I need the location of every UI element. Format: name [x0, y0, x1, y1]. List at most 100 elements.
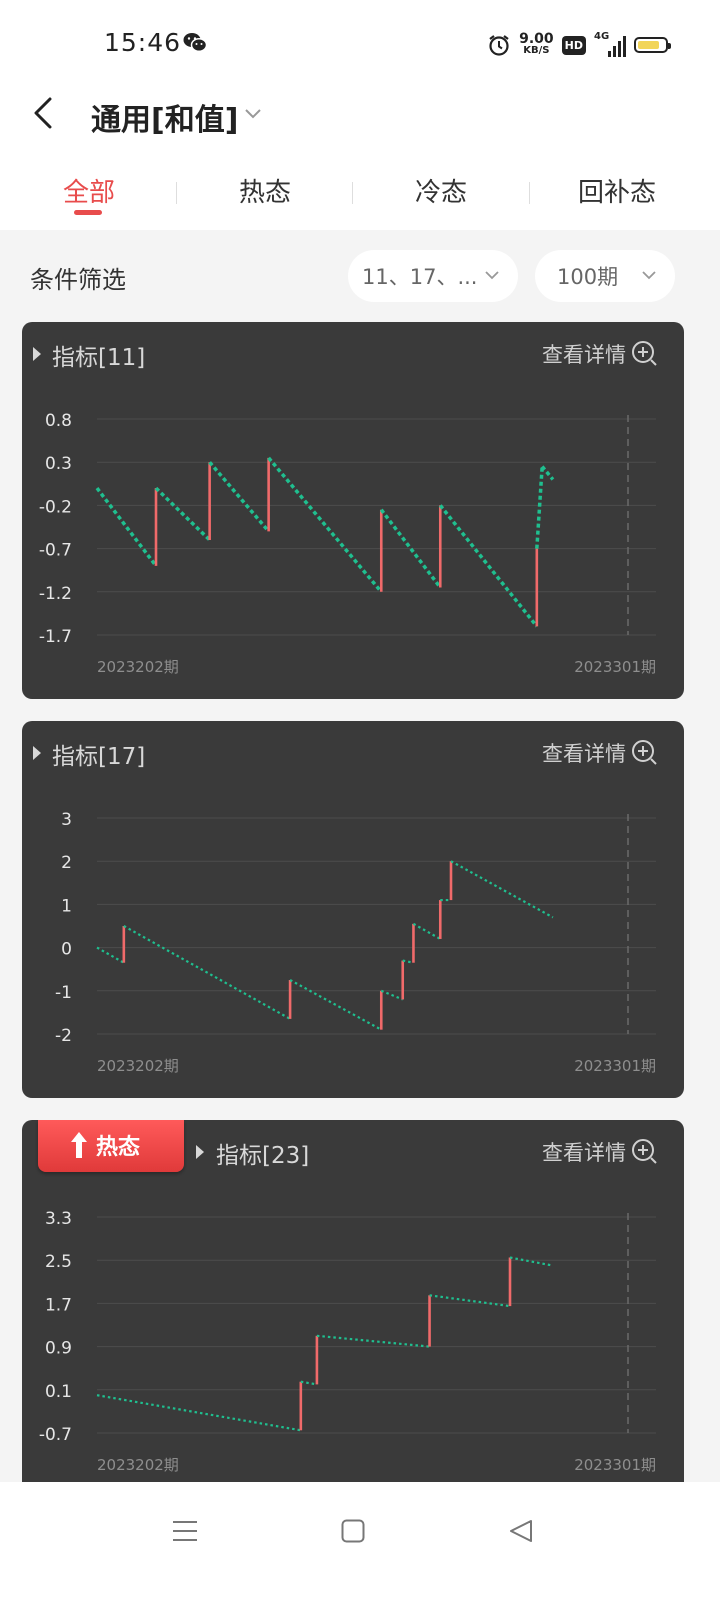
- fall-segment: [540, 465, 555, 481]
- y-tick-label: 0.9: [45, 1339, 72, 1359]
- y-tick-label: 3.3: [45, 1209, 72, 1229]
- y-tick-label: 0.1: [45, 1382, 72, 1402]
- fall-segment: [450, 860, 554, 919]
- card-header[interactable]: 指标[11] 查看详情: [22, 322, 684, 386]
- expand-triangle-icon[interactable]: [32, 346, 42, 362]
- card-title: 指标[11]: [52, 345, 146, 371]
- fall-segment: [412, 922, 441, 940]
- y-tick-label: 2: [61, 853, 72, 873]
- net-speed-value: 9.00: [519, 31, 554, 47]
- indicator-chart: 0.8 0.3 -0.2 -0.7 -1.2 -1.7 2023202期 2023301期: [39, 411, 656, 676]
- y-tick-label: 2.5: [45, 1252, 72, 1272]
- chevron-down-icon[interactable]: [244, 108, 262, 120]
- tab-all[interactable]: 全部: [14, 172, 164, 209]
- numbers-filter-value: 11、17、...: [362, 265, 478, 289]
- indicator-card: 指标[17] 查看详情 3 2 1 0 -1 -2 2023202期 2023301期: [22, 721, 684, 1098]
- hd-badge: HD: [561, 35, 586, 55]
- signal-label: 4G: [594, 31, 610, 42]
- y-tick-label: -0.7: [39, 541, 72, 561]
- x-start-label: 2023202期: [97, 1456, 179, 1474]
- view-details-link[interactable]: 查看详情: [542, 339, 626, 369]
- fall-segment: [380, 989, 404, 1001]
- x-start-label: 2023202期: [97, 1057, 179, 1075]
- fall-segment: [438, 504, 539, 628]
- hot-status-badge: 热态: [38, 1120, 184, 1172]
- wechat-icon: [183, 33, 207, 53]
- indicator-chart: 3 2 1 0 -1 -2 2023202期 2023301期: [55, 810, 656, 1075]
- chevron-down-icon: [485, 271, 499, 280]
- fall-segment: [267, 456, 383, 593]
- y-tick-label: 1.7: [45, 1295, 72, 1315]
- y-tick-label: -1.2: [39, 584, 72, 604]
- card-header[interactable]: 指标[17] 查看详情: [22, 721, 684, 785]
- numbers-filter-dropdown[interactable]: 11、17、...: [348, 250, 518, 302]
- zoom-in-icon[interactable]: [631, 1138, 659, 1166]
- period-filter-dropdown[interactable]: 100期: [535, 250, 675, 302]
- back-triangle-icon[interactable]: [508, 1518, 534, 1544]
- signal-icon: 4G: [594, 31, 626, 57]
- view-details-link[interactable]: 查看详情: [542, 1137, 626, 1167]
- zoom-in-icon[interactable]: [631, 739, 659, 767]
- fall-segment: [509, 1256, 554, 1267]
- tab-divider: [529, 182, 530, 204]
- x-end-label: 2023301期: [574, 1456, 656, 1474]
- x-end-label: 2023301期: [574, 1057, 656, 1075]
- indicator-card: 指标[11] 查看详情 0.8 0.3 -0.2 -0.7 -1.2 -1.7 202320…: [22, 322, 684, 699]
- arrow-up-icon: [71, 1132, 87, 1158]
- fall-segment: [96, 1394, 302, 1432]
- y-tick-label: -1: [55, 983, 72, 1003]
- fall-segment: [95, 487, 158, 567]
- status-time: 15:46: [104, 28, 182, 57]
- y-tick-label: 0.8: [45, 411, 72, 431]
- card-header[interactable]: 热态 指标[23] 查看详情: [22, 1120, 684, 1184]
- fall-segment: [208, 461, 270, 533]
- fall-segment: [316, 1334, 430, 1348]
- fall-segment: [289, 979, 382, 1031]
- fall-segment: [429, 1294, 511, 1308]
- fall-segment: [402, 959, 414, 964]
- filter-label: 条件筛选: [30, 266, 126, 294]
- y-tick-label: 1: [61, 896, 72, 916]
- y-tick-label: -1.7: [39, 627, 72, 647]
- y-tick-label: 0: [61, 940, 72, 960]
- net-speed: 9.00 KB/S: [519, 31, 554, 57]
- y-tick-label: 0.3: [45, 454, 72, 474]
- y-tick-label: 3: [61, 810, 72, 830]
- tab-hot[interactable]: 热态: [190, 172, 340, 209]
- tab-rebound[interactable]: 回补态: [542, 172, 692, 209]
- y-tick-label: -0.7: [39, 1425, 72, 1445]
- view-details-link[interactable]: 查看详情: [542, 738, 626, 768]
- tab-bar: 全部 热态 冷态 回补态: [0, 172, 720, 230]
- alarm-icon: [489, 35, 509, 56]
- menu-icon[interactable]: [172, 1518, 198, 1544]
- chevron-down-icon: [642, 271, 656, 280]
- fall-segment: [535, 466, 544, 549]
- system-nav-bar: [0, 1482, 720, 1600]
- expand-triangle-icon[interactable]: [32, 745, 42, 761]
- status-bar: 15:46 9.00 KB/S HD 4G: [0, 0, 720, 80]
- filter-row: 条件筛选 11、17、... 100期: [0, 240, 720, 310]
- page-title[interactable]: 通用[和值]: [91, 95, 238, 139]
- battery-icon: [634, 37, 671, 53]
- expand-triangle-icon[interactable]: [195, 1144, 205, 1160]
- y-tick-label: -2: [55, 1026, 72, 1046]
- back-arrow-icon[interactable]: [30, 96, 58, 130]
- fall-segment: [154, 486, 211, 542]
- y-tick-label: -0.2: [39, 497, 72, 517]
- tab-divider: [176, 182, 177, 204]
- fall-segment: [300, 1380, 318, 1386]
- x-end-label: 2023301期: [574, 658, 656, 676]
- fall-segment: [96, 946, 125, 964]
- card-title: 指标[17]: [52, 744, 146, 770]
- hot-status-label: 热态: [96, 1135, 141, 1160]
- home-icon[interactable]: [341, 1518, 365, 1544]
- fall-segment: [123, 925, 291, 1020]
- net-speed-unit: KB/S: [523, 45, 550, 56]
- tab-divider: [352, 182, 353, 204]
- tab-cold[interactable]: 冷态: [366, 172, 516, 209]
- indicator-card: 热态 指标[23] 查看详情 3.3 2.5 1.7 0.9 0.1 -0.7 202320…: [22, 1120, 684, 1497]
- app-header: 通用[和值] 全部 热态 冷态 回补态: [0, 80, 720, 230]
- zoom-in-icon[interactable]: [631, 340, 659, 368]
- period-filter-value: 100期: [557, 265, 619, 289]
- active-tab-indicator: [74, 210, 102, 215]
